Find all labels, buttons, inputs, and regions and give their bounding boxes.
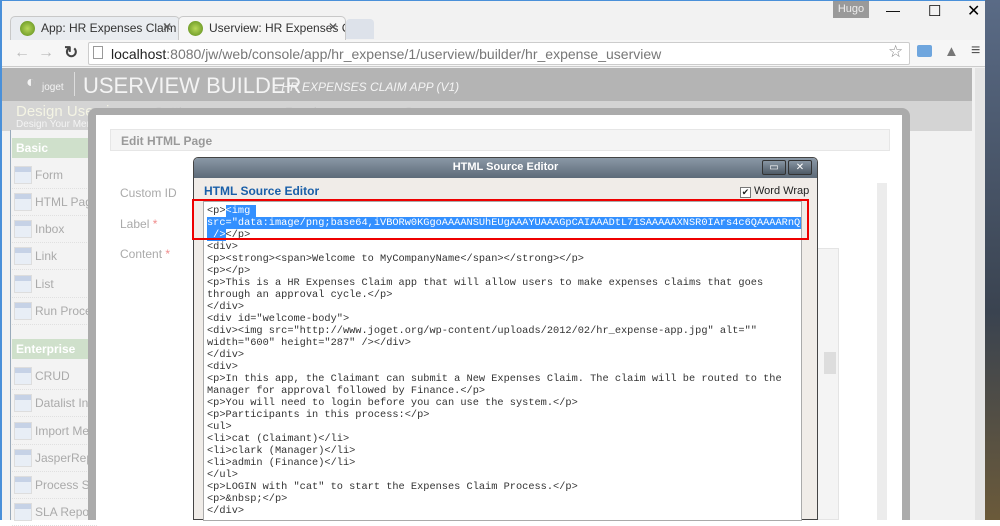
camera-icon[interactable] (917, 45, 932, 57)
editor-heading: HTML Source Editor (204, 184, 320, 198)
page-icon (93, 46, 103, 59)
joget-logo-icon: ◐ (26, 74, 36, 91)
joget-favicon-icon (20, 21, 35, 36)
page-title: USERVIEW BUILDER (83, 73, 302, 98)
tab-app[interactable]: App: HR Expenses Claim A ✕ (10, 16, 180, 40)
sidebar-item-run-process[interactable]: Run Process (12, 298, 97, 325)
close-tab-icon[interactable]: ✕ (328, 20, 338, 34)
highlight-annotation-box (192, 199, 809, 240)
content-editor-edge (817, 248, 839, 520)
page-icon (14, 302, 32, 320)
tab-userview[interactable]: Userview: HR Expenses Cla ✕ (178, 16, 346, 40)
checkmark-icon: ✔ (740, 187, 751, 198)
page-icon (14, 220, 32, 238)
sidebar-item-datalist-inbox[interactable]: Datalist Inbox (12, 390, 97, 417)
sidebar-section-enterprise: Enterprise (12, 339, 97, 359)
sidebar-item-form[interactable]: Form (12, 162, 97, 189)
tab-label: Userview: HR Expenses Cla (209, 21, 346, 35)
logo: joget (42, 82, 64, 93)
panel-title: Edit HTML Page (110, 129, 890, 151)
page-icon (14, 394, 32, 412)
custom-id-label: Custom ID (120, 186, 177, 200)
page-icon (14, 503, 32, 521)
back-icon[interactable]: ← (14, 44, 30, 62)
sidebar-section-basic: Basic (12, 138, 97, 158)
content-label: Content * (120, 247, 171, 261)
page-subtitle: - HR EXPENSES CLAIM APP (V1) (274, 80, 460, 94)
sidebar-item-jasperreports[interactable]: JasperReports (12, 445, 97, 472)
desktop-background (985, 0, 1000, 520)
page-icon (14, 193, 32, 211)
word-wrap-checkbox[interactable]: ✔ Word Wrap (740, 185, 809, 198)
page-scrollbar[interactable] (975, 68, 985, 520)
form-icon (14, 166, 32, 184)
panel-scrollbar[interactable] (877, 183, 887, 520)
content-scrollbar[interactable] (824, 352, 836, 374)
url-path: :8080/jw/web/console/app/hr_expense/1/us… (166, 46, 662, 62)
minimize-icon[interactable]: — (886, 2, 900, 18)
page-header: ◐ joget USERVIEW BUILDER - HR EXPENSES C… (2, 68, 972, 101)
close-window-icon[interactable]: ✕ (967, 1, 980, 21)
joget-favicon-icon (188, 21, 203, 36)
sidebar-item-html-page[interactable]: HTML Page (12, 189, 97, 216)
sidebar-item-import-menu[interactable]: Import Menu (12, 418, 97, 445)
nav-subtitle: Design Your Menu (16, 119, 98, 130)
page-icon (14, 275, 32, 293)
tab-label: App: HR Expenses Claim A (41, 21, 180, 35)
sidebar-item-crud[interactable]: CRUD (12, 363, 97, 390)
sidebar-item-link[interactable]: Link (12, 243, 97, 270)
forward-icon[interactable]: → (38, 44, 54, 62)
maximize-dialog-button[interactable]: ▭ (762, 160, 786, 175)
maximize-icon[interactable]: ☐ (928, 2, 941, 20)
bookmark-star-icon[interactable]: ☆ (888, 42, 903, 62)
sidebar-item-sla-report[interactable]: SLA Report (12, 499, 97, 526)
drive-icon[interactable]: ▲ (944, 43, 959, 60)
label-label: Label * (120, 217, 158, 231)
user-badge[interactable]: Hugo (833, 1, 869, 18)
address-bar[interactable]: localhost:8080/jw/web/console/app/hr_exp… (88, 42, 910, 65)
sidebar-item-process-status[interactable]: Process Status (12, 472, 97, 499)
close-dialog-button[interactable]: ✕ (788, 160, 812, 175)
reload-icon[interactable]: ↻ (64, 43, 78, 63)
url-host: localhost (111, 46, 167, 62)
page-icon (14, 247, 32, 265)
source-textarea[interactable]: <p><img src="data:image/png;base64,iVBOR… (203, 201, 802, 521)
new-tab-button[interactable] (346, 19, 374, 39)
page-icon (14, 367, 32, 385)
page-icon (14, 476, 32, 494)
page-icon (14, 422, 32, 440)
dialog-title: HTML Source Editor (194, 158, 817, 178)
close-tab-icon[interactable]: ✕ (162, 20, 172, 34)
menu-icon[interactable]: ≡ (971, 42, 980, 60)
sidebar-item-inbox[interactable]: Inbox (12, 216, 97, 243)
sidebar-item-list[interactable]: List (12, 271, 97, 298)
page-icon (14, 449, 32, 467)
